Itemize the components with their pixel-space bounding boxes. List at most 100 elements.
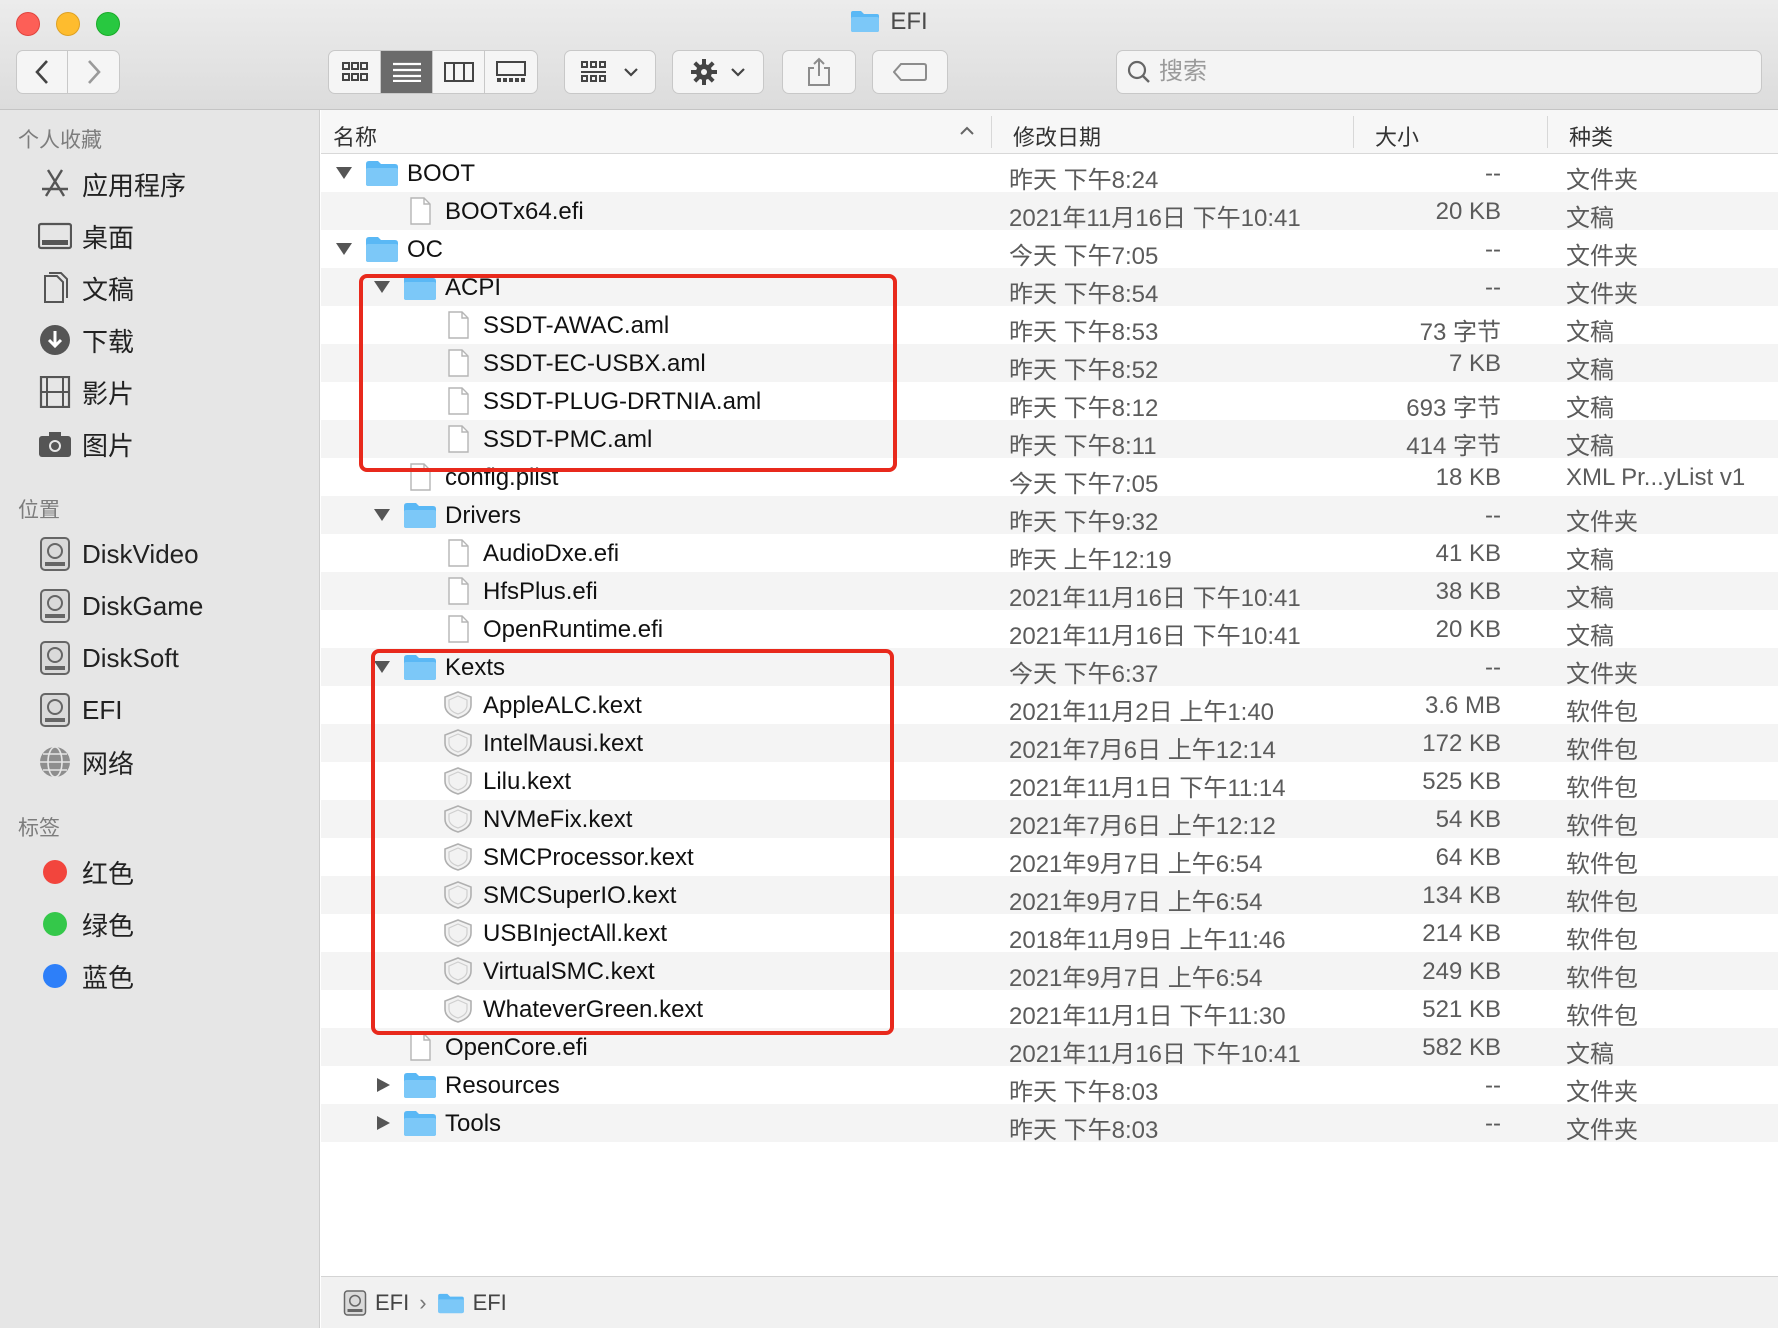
sidebar-item-diskvideo[interactable]: DiskVideo [36, 534, 199, 574]
file-row[interactable]: AudioDxe.efi 昨天 上午12:19 41 KB 文稿 [321, 534, 1778, 574]
disclosure-triangle-open-icon[interactable] [373, 507, 391, 523]
group-button[interactable] [564, 50, 656, 94]
gallery-view-icon [496, 61, 526, 82]
column-header-name[interactable]: 名称 [333, 120, 377, 152]
file-row[interactable]: HfsPlus.efi 2021年11月16日 下午10:41 38 KB 文稿 [321, 572, 1778, 612]
file-date: 昨天 下午8:24 [1009, 167, 1159, 194]
sidebar-item-movies[interactable]: 影片 [36, 372, 134, 412]
file-size: -- [1485, 502, 1501, 529]
sidebar-item-disksoft[interactable]: DiskSoft [36, 638, 179, 678]
file-kind: 文件夹 [1566, 661, 1638, 688]
file-size-cell: 20 KB [1351, 198, 1501, 226]
sidebar-item-documents[interactable]: 文稿 [36, 268, 134, 308]
sort-ascending-icon [960, 126, 974, 135]
file-size-cell: 134 KB [1351, 882, 1501, 910]
window-title-text: EFI [890, 8, 928, 35]
file-size: 54 KB [1435, 806, 1501, 833]
sidebar-item-label: DiskVideo [82, 538, 199, 569]
file-size: 41 KB [1435, 540, 1501, 567]
file-size-cell: 214 KB [1351, 920, 1501, 948]
forward-button[interactable] [68, 51, 119, 93]
file-size-cell: 7 KB [1351, 350, 1501, 378]
file-size-cell: 172 KB [1351, 730, 1501, 758]
sidebar-item-downloads[interactable]: 下载 [36, 320, 134, 360]
sidebar-item-pictures[interactable]: 图片 [36, 424, 134, 464]
sidebar-item-diskgame[interactable]: DiskGame [36, 586, 203, 626]
sidebar-item-tag-green[interactable]: 绿色 [36, 904, 134, 944]
download-icon [40, 325, 70, 355]
file-size-cell: -- [1351, 1110, 1501, 1138]
file-date: 2021年7月6日 上午12:12 [1009, 813, 1276, 840]
disclosure-triangle-open-icon[interactable] [335, 241, 353, 257]
gear-icon [691, 59, 717, 85]
share-icon [808, 57, 830, 86]
sidebar-item-label: 下载 [82, 326, 135, 357]
tag-button[interactable] [872, 50, 948, 94]
folder-icon [366, 161, 398, 186]
sidebar-item-tag-blue[interactable]: 蓝色 [36, 956, 134, 996]
file-row[interactable]: OC 今天 下午7:05 -- 文件夹 [321, 230, 1778, 270]
search-input[interactable] [1159, 58, 1719, 86]
file-date: 昨天 下午8:54 [1009, 281, 1159, 308]
file-name: Tools [445, 1110, 502, 1137]
column-header: 名称 修改日期 大小 种类 [321, 110, 1778, 154]
gallery-view-button[interactable] [485, 51, 537, 93]
path-segment-folder[interactable]: EFI [437, 1290, 507, 1316]
file-row[interactable]: BOOT 昨天 下午8:24 -- 文件夹 [321, 154, 1778, 194]
sidebar-item-desktop[interactable]: 桌面 [36, 216, 134, 256]
file-name: BOOTx64.efi [445, 198, 584, 225]
file-size-cell: -- [1351, 274, 1501, 302]
column-header-date[interactable]: 修改日期 [1013, 120, 1101, 152]
file-row[interactable]: OpenRuntime.efi 2021年11月16日 下午10:41 20 KB 文… [321, 610, 1778, 650]
file-date: 今天 下午6:37 [1009, 661, 1159, 688]
path-segment-volume[interactable]: EFI [343, 1290, 409, 1316]
file-row[interactable]: Tools 昨天 下午8:03 -- 文件夹 [321, 1104, 1778, 1144]
disk-icon [40, 693, 70, 727]
icon-view-button[interactable] [329, 51, 381, 93]
document-icon [448, 615, 469, 643]
action-button[interactable] [672, 50, 764, 94]
file-row[interactable]: Resources 昨天 下午8:03 -- 文件夹 [321, 1066, 1778, 1106]
file-name: OpenRuntime.efi [483, 616, 664, 643]
file-size-cell: 38 KB [1351, 578, 1501, 606]
sidebar-item-applications[interactable]: 应用程序 [36, 164, 186, 204]
list-view-icon [392, 62, 421, 82]
disclosure-triangle-open-icon[interactable] [335, 165, 353, 181]
file-row[interactable]: Drivers 昨天 下午9:32 -- 文件夹 [321, 496, 1778, 536]
file-kind: 文稿 [1566, 1041, 1614, 1068]
file-kind: 文件夹 [1566, 1117, 1638, 1144]
back-button[interactable] [17, 51, 69, 93]
sidebar-item-efi[interactable]: EFI [36, 690, 122, 730]
file-name: AudioDxe.efi [483, 540, 620, 567]
disclosure-triangle-closed-icon[interactable] [375, 1077, 393, 1093]
file-size: -- [1485, 1110, 1501, 1137]
file-size: 582 KB [1422, 1034, 1501, 1061]
column-header-size[interactable]: 大小 [1375, 120, 1419, 152]
sidebar-item-tag-red[interactable]: 红色 [36, 852, 134, 892]
disk-icon [343, 1289, 367, 1316]
file-size: -- [1485, 274, 1501, 301]
file-kind: 文稿 [1566, 205, 1614, 232]
kexts-highlight-box [371, 649, 894, 1035]
file-kind: 文稿 [1566, 319, 1614, 346]
file-row[interactable]: BOOTx64.efi 2021年11月16日 下午10:41 20 KB 文稿 [321, 192, 1778, 232]
column-header-kind[interactable]: 种类 [1569, 120, 1613, 152]
path-separator-icon: › [419, 1289, 427, 1315]
column-view-button[interactable] [433, 51, 485, 93]
file-size-cell: 64 KB [1351, 844, 1501, 872]
share-button[interactable] [782, 50, 856, 94]
file-name: Drivers [445, 502, 521, 529]
folder-icon [437, 1293, 464, 1313]
disclosure-triangle-closed-icon[interactable] [375, 1115, 393, 1131]
file-size: 414 字节 [1406, 433, 1501, 460]
list-view-button[interactable] [381, 51, 433, 93]
sidebar-item-network[interactable]: 网络 [36, 742, 134, 782]
file-size-cell: 73 字节 [1351, 312, 1501, 347]
search-field[interactable] [1116, 50, 1762, 94]
file-name: BOOT [407, 160, 476, 187]
file-size: -- [1485, 236, 1501, 263]
file-date: 2021年9月7日 上午6:54 [1009, 889, 1263, 916]
file-size: -- [1485, 1072, 1501, 1099]
file-kind: XML Pr...yList v1 [1566, 464, 1746, 491]
blue-tag-dot [43, 964, 67, 988]
